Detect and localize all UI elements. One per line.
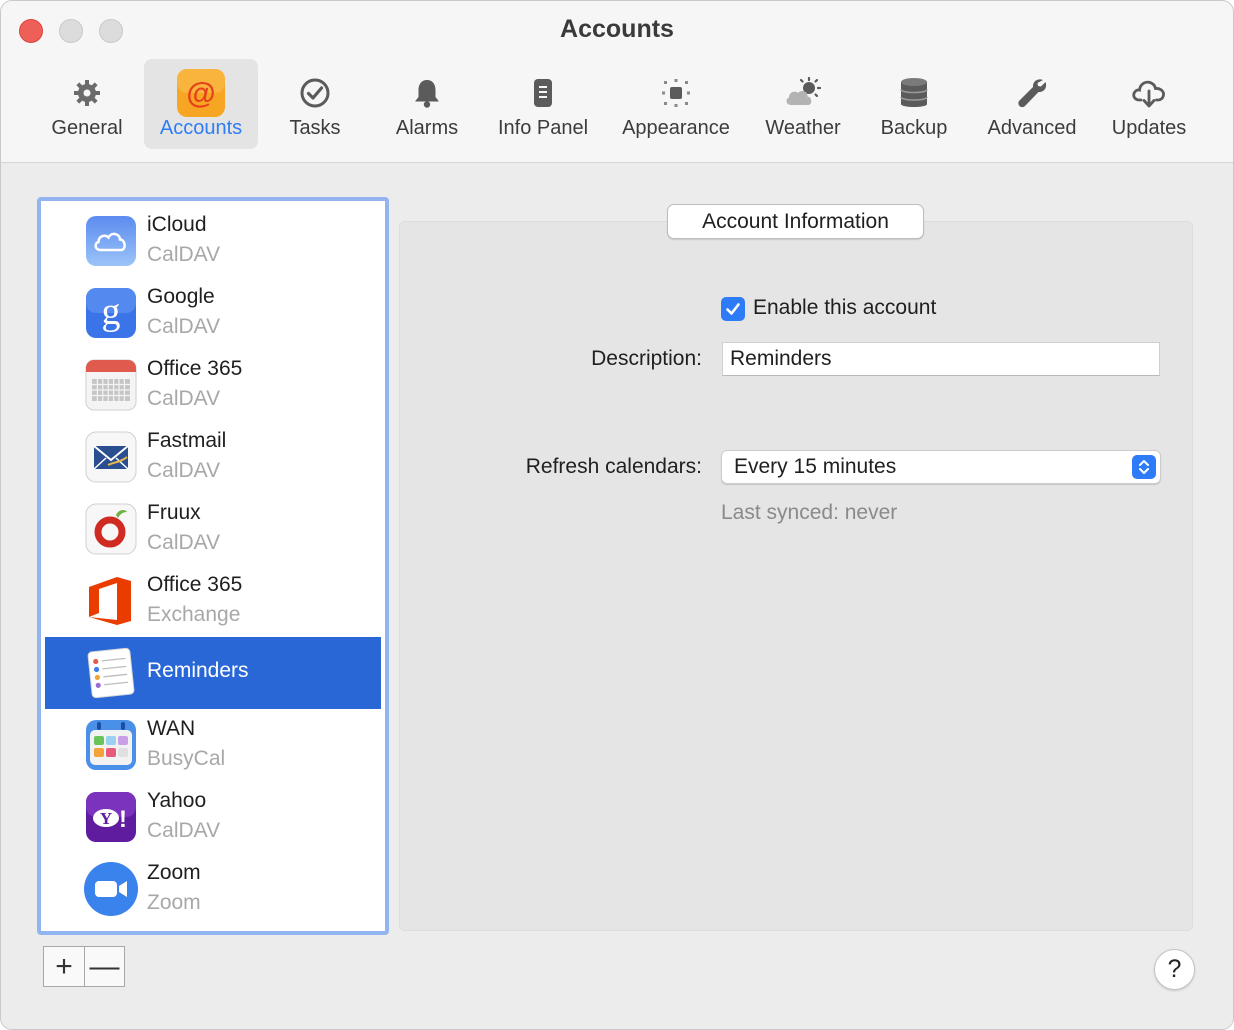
chevron-up-down-icon	[1132, 455, 1156, 479]
refresh-interval-select[interactable]: Every 15 minutes	[721, 450, 1161, 484]
tab-label: General	[51, 117, 123, 139]
checkmark-circle-icon	[291, 71, 339, 115]
account-type: CalDAV	[147, 243, 221, 266]
tab-label: Updates	[1111, 117, 1187, 139]
content-area: iCloud CalDAV g Google CalDAV Office 365…	[1, 164, 1233, 1029]
svg-text:g: g	[102, 291, 121, 333]
accounts-list[interactable]: iCloud CalDAV g Google CalDAV Office 365…	[37, 197, 389, 935]
remove-account-button[interactable]: —	[83, 947, 124, 986]
tab-account-information[interactable]: Account Information	[667, 204, 924, 239]
tab-label: Advanced	[987, 117, 1077, 139]
toolbar: Accounts General @ Accounts Tasks Alarms	[1, 1, 1233, 163]
account-name: Reminders	[147, 659, 249, 682]
add-remove-control: + —	[43, 946, 125, 987]
account-type: Zoom	[147, 891, 201, 914]
account-name: iCloud	[147, 213, 207, 236]
tab-tasks[interactable]: Tasks	[265, 59, 365, 149]
account-name: Zoom	[147, 861, 201, 884]
fastmail-icon	[85, 431, 137, 483]
description-label: Description:	[591, 347, 702, 370]
database-icon	[890, 71, 938, 115]
zoom-icon	[83, 861, 139, 917]
appearance-icon	[652, 71, 700, 115]
refresh-interval-value: Every 15 minutes	[734, 455, 897, 478]
tab-appearance[interactable]: Appearance	[613, 59, 739, 149]
busycal-icon	[85, 719, 137, 771]
tab-backup[interactable]: Backup	[866, 59, 962, 149]
tab-label: Tasks	[289, 117, 341, 139]
bell-icon	[403, 71, 451, 115]
list-item[interactable]: Fruux CalDAV	[45, 493, 381, 565]
preferences-window: Accounts General @ Accounts Tasks Alarms	[0, 0, 1234, 1030]
fruux-icon	[85, 503, 137, 555]
list-item[interactable]: Fastmail CalDAV	[45, 421, 381, 493]
list-item[interactable]: WAN BusyCal	[45, 709, 381, 781]
account-type: CalDAV	[147, 531, 221, 554]
tab-weather[interactable]: Weather	[755, 59, 851, 149]
gear-icon	[63, 71, 111, 115]
tab-updates[interactable]: Updates	[1101, 59, 1197, 149]
list-item[interactable]: Zoom Zoom	[45, 853, 381, 925]
refresh-calendars-label: Refresh calendars:	[525, 455, 702, 478]
tab-general[interactable]: General	[37, 59, 137, 149]
add-account-button[interactable]: +	[44, 947, 84, 986]
reminders-icon	[85, 647, 137, 699]
list-item[interactable]: Reminders	[45, 637, 381, 709]
account-name: Fastmail	[147, 429, 227, 452]
window-title: Accounts	[560, 15, 674, 43]
tab-advanced[interactable]: Advanced	[979, 59, 1085, 149]
last-synced-status: Last synced: never	[721, 501, 898, 524]
info-panel-icon	[519, 71, 567, 115]
account-type: CalDAV	[147, 459, 221, 482]
list-item[interactable]: Office 365 Exchange	[45, 565, 381, 637]
account-name: WAN	[147, 717, 196, 740]
weather-icon	[779, 71, 827, 115]
description-field[interactable]	[722, 342, 1160, 376]
svg-text:@: @	[186, 77, 215, 110]
icloud-icon	[85, 215, 137, 267]
tab-label: Backup	[880, 117, 948, 139]
account-type: CalDAV	[147, 315, 221, 338]
account-type: Exchange	[147, 603, 241, 626]
list-item[interactable]: iCloud CalDAV	[45, 205, 381, 277]
tab-info-panel[interactable]: Info Panel	[488, 59, 598, 149]
tab-label: Alarms	[395, 117, 459, 139]
tab-label: Accounts	[159, 117, 243, 139]
list-item[interactable]: Y! Yahoo CalDAV	[45, 781, 381, 853]
tab-alarms[interactable]: Alarms	[377, 59, 477, 149]
calendar-icon	[85, 359, 137, 411]
account-name: Office 365	[147, 357, 243, 380]
account-type: CalDAV	[147, 819, 221, 842]
cloud-download-icon	[1125, 71, 1173, 115]
google-icon: g	[85, 287, 137, 339]
tab-label: Weather	[765, 117, 841, 139]
account-name: Office 365	[147, 573, 243, 596]
account-name: Google	[147, 285, 215, 308]
tab-accounts[interactable]: @ Accounts	[144, 59, 258, 149]
list-item[interactable]: g Google CalDAV	[45, 277, 381, 349]
yahoo-icon: Y!	[85, 791, 137, 843]
account-name: Yahoo	[147, 789, 207, 812]
account-type: CalDAV	[147, 387, 221, 410]
office-icon	[85, 575, 137, 627]
svg-text:!: !	[119, 806, 127, 833]
at-sign-icon: @	[177, 69, 225, 117]
enable-account-label[interactable]: Enable this account	[753, 296, 936, 320]
checkmark-icon	[726, 303, 740, 315]
enable-account-checkbox[interactable]	[721, 297, 745, 321]
svg-text:Y: Y	[100, 809, 112, 828]
help-button[interactable]: ?	[1154, 949, 1195, 990]
list-item[interactable]: Office 365 CalDAV	[45, 349, 381, 421]
tab-label: Appearance	[622, 117, 730, 139]
account-type: BusyCal	[147, 747, 226, 770]
account-name: Fruux	[147, 501, 201, 524]
account-info-panel	[399, 221, 1193, 931]
tab-label: Info Panel	[497, 117, 589, 139]
wrench-icon	[1008, 71, 1056, 115]
